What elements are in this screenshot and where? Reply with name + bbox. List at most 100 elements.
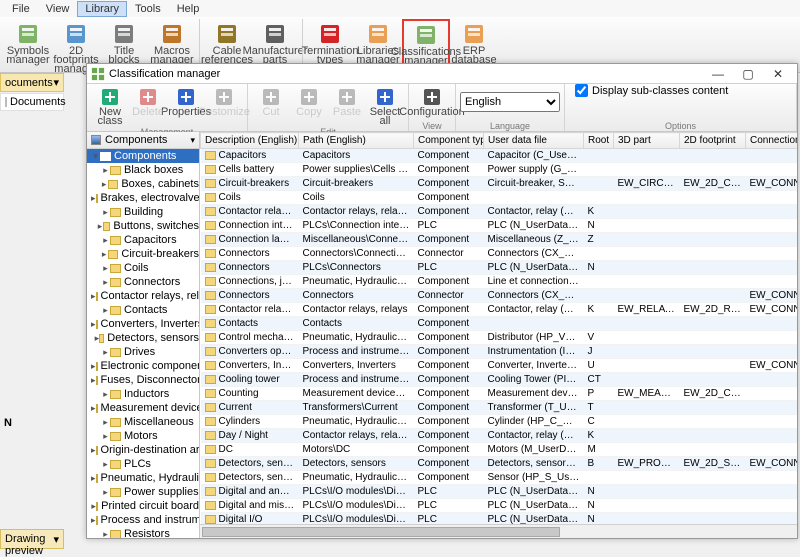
tree-node[interactable]: ▸Contacts xyxy=(87,303,199,317)
horizontal-scrollbar[interactable] xyxy=(200,524,797,538)
expand-icon[interactable]: ▸ xyxy=(101,529,110,539)
menu-tools[interactable]: Tools xyxy=(127,1,169,17)
tree-node[interactable]: ▸Inductors xyxy=(87,387,199,401)
classifications-manager[interactable]: Classificationsmanager xyxy=(402,19,450,68)
tree-node[interactable]: ▸Black boxes xyxy=(87,163,199,177)
table-row[interactable]: Converters, InvertersConverters, Inverte… xyxy=(201,359,798,373)
tree-node[interactable]: ▸Electronic component xyxy=(87,359,199,373)
documents-item[interactable]: Documents xyxy=(0,93,64,111)
expand-icon[interactable]: ▸ xyxy=(101,165,110,176)
tree-node[interactable]: ▸Building xyxy=(87,205,199,219)
column-header[interactable]: Description (English) xyxy=(201,133,299,149)
column-header[interactable]: User data file xyxy=(484,133,584,149)
symbols-manager[interactable]: Symbolsmanager xyxy=(4,19,52,66)
table-row[interactable]: ConnectorsPLCs\ConnectorsPLCPLC (N_UserD… xyxy=(201,261,798,275)
tree-node[interactable]: ▸PLCs xyxy=(87,457,199,471)
column-header[interactable]: Connection label xyxy=(746,133,798,149)
table-row[interactable]: CurrentTransformers\CurrentComponentTran… xyxy=(201,401,798,415)
table-row[interactable]: Connections, jointsPneumatic, Hydraulic\… xyxy=(201,275,798,289)
table-row[interactable]: Control mechanismsPneumatic, Hydraulic\D… xyxy=(201,331,798,345)
tree-node[interactable]: ▸Fuses, Disconnectors xyxy=(87,373,199,387)
minimize-button[interactable]: — xyxy=(703,65,733,83)
tree-node[interactable]: ▸Brakes, electrovalves xyxy=(87,191,199,205)
new-class-button[interactable]: Newclass xyxy=(91,86,129,127)
table-row[interactable]: Connection labelsMiscellaneous\Connectio… xyxy=(201,233,798,247)
cm-tree-header[interactable]: Components ▾ xyxy=(87,132,199,149)
tree-node[interactable]: ▸Boxes, cabinets xyxy=(87,177,199,191)
expand-icon[interactable]: ▸ xyxy=(100,249,108,260)
table-row[interactable]: DCMotors\DCComponentMotors (M_UserDataDe… xyxy=(201,443,798,457)
cm-titlebar[interactable]: Classification manager — ▢ ✕ xyxy=(87,64,797,84)
expand-icon[interactable]: ▸ xyxy=(101,389,110,400)
expand-icon[interactable]: ▾ xyxy=(91,151,100,162)
close-button[interactable]: ✕ xyxy=(763,65,793,83)
expand-icon[interactable]: ▸ xyxy=(101,347,110,358)
table-row[interactable]: Day / NightContactor relays, relays\Powe… xyxy=(201,429,798,443)
maximize-button[interactable]: ▢ xyxy=(733,65,763,83)
tree-node[interactable]: ▸Contactor relays, relays xyxy=(87,289,199,303)
tree-node[interactable]: ▸Circuit-breakers xyxy=(87,247,199,261)
table-row[interactable]: Cooling towerProcess and instrumentation… xyxy=(201,373,798,387)
column-header[interactable]: 3D part xyxy=(614,133,680,149)
expand-icon[interactable]: ▸ xyxy=(101,459,110,470)
configuration-button[interactable]: Configuration xyxy=(413,86,451,118)
tree-node[interactable]: ▾Components xyxy=(87,149,199,163)
expand-icon[interactable]: ▸ xyxy=(100,179,108,190)
table-row[interactable]: Digital and analog I/OPLCs\I/O modules\D… xyxy=(201,485,798,499)
table-row[interactable]: ConnectorsConnectors\Connection labelsCo… xyxy=(201,247,798,261)
column-header[interactable]: Component type xyxy=(414,133,484,149)
display-sub-classes-checkbox[interactable]: Display sub-classes content xyxy=(575,84,728,97)
expand-icon[interactable]: ▸ xyxy=(101,487,110,498)
table-row[interactable]: Digital and misc. inputsPLCs\I/O modules… xyxy=(201,499,798,513)
table-row[interactable]: ConnectorsConnectorsConnectorConnectors … xyxy=(201,289,798,303)
expand-icon[interactable]: ▸ xyxy=(101,305,110,316)
tree-node[interactable]: ▸Origin-destination arrows xyxy=(87,443,199,457)
tree-node[interactable]: ▸Capacitors xyxy=(87,233,199,247)
table-row[interactable]: CylindersPneumatic, Hydraulic\CylindersC… xyxy=(201,415,798,429)
tree-node[interactable]: ▸Power supplies xyxy=(87,485,199,499)
table-row[interactable]: CountingMeasurement devices\CountingComp… xyxy=(201,387,798,401)
scrollbar-thumb[interactable] xyxy=(202,527,560,537)
menu-file[interactable]: File xyxy=(4,1,38,17)
tree-node[interactable]: ▸Connectors xyxy=(87,275,199,289)
expand-icon[interactable]: ▸ xyxy=(101,431,110,442)
expand-icon[interactable]: ▸ xyxy=(101,417,110,428)
expand-icon[interactable]: ▸ xyxy=(101,263,110,274)
table-row[interactable]: CoilsCoilsComponent xyxy=(201,191,798,205)
table-row[interactable]: Converters operatorsProcess and instrume… xyxy=(201,345,798,359)
tree-node[interactable]: ▸Motors xyxy=(87,429,199,443)
libraries-manager[interactable]: Librariesmanager xyxy=(354,19,402,66)
tree-node[interactable]: ▸Process and instrumentation xyxy=(87,513,199,527)
menu-help[interactable]: Help xyxy=(169,1,208,17)
tree-node[interactable]: ▸Drives xyxy=(87,345,199,359)
tree-node[interactable]: ▸Resistors xyxy=(87,527,199,538)
macros-manager[interactable]: Macrosmanager xyxy=(148,19,196,66)
column-header[interactable]: Path (English) xyxy=(299,133,414,149)
tree-node[interactable]: ▸Miscellaneous xyxy=(87,415,199,429)
menu-library[interactable]: Library xyxy=(77,1,127,17)
tree-node[interactable]: ▸Pneumatic, Hydraulic xyxy=(87,471,199,485)
table-row[interactable]: Cells batteryPower supplies\Cells batter… xyxy=(201,163,798,177)
tree-node[interactable]: ▸Printed circuit board xyxy=(87,499,199,513)
table-row[interactable]: Contactor relays, relaysContactor relays… xyxy=(201,205,798,219)
menu-view[interactable]: View xyxy=(38,1,78,17)
column-header[interactable]: 2D footprint xyxy=(680,133,746,149)
table-row[interactable]: Circuit-breakersCircuit-breakersComponen… xyxy=(201,177,798,191)
tree-node[interactable]: ▸Buttons, switches xyxy=(87,219,199,233)
table-row[interactable]: Connection interfacesPLCs\Connection int… xyxy=(201,219,798,233)
table-row[interactable]: Contactor relays, relaysContactor relays… xyxy=(201,303,798,317)
chevron-down-icon[interactable]: ▾ xyxy=(190,135,195,146)
display-sub-classes-input[interactable] xyxy=(575,84,588,97)
language-select[interactable]: English xyxy=(460,92,560,112)
tree-node[interactable]: ▸Converters, Inverters xyxy=(87,317,199,331)
chevron-down-icon[interactable]: ▾ xyxy=(53,533,59,545)
chevron-down-icon[interactable]: ▾ xyxy=(53,76,59,89)
expand-icon[interactable]: ▸ xyxy=(101,277,110,288)
tree-node[interactable]: ▸Detectors, sensors xyxy=(87,331,199,345)
table-row[interactable]: ContactsContactsComponent xyxy=(201,317,798,331)
tree-node[interactable]: ▸Coils xyxy=(87,261,199,275)
table-row[interactable]: CapacitorsCapacitorsComponentCapacitor (… xyxy=(201,149,798,163)
expand-icon[interactable]: ▸ xyxy=(101,235,110,246)
table-row[interactable]: Digital I/OPLCs\I/O modules\Digital I/OP… xyxy=(201,513,798,525)
table-row[interactable]: Detectors, sensorsDetectors, sensorsComp… xyxy=(201,457,798,471)
